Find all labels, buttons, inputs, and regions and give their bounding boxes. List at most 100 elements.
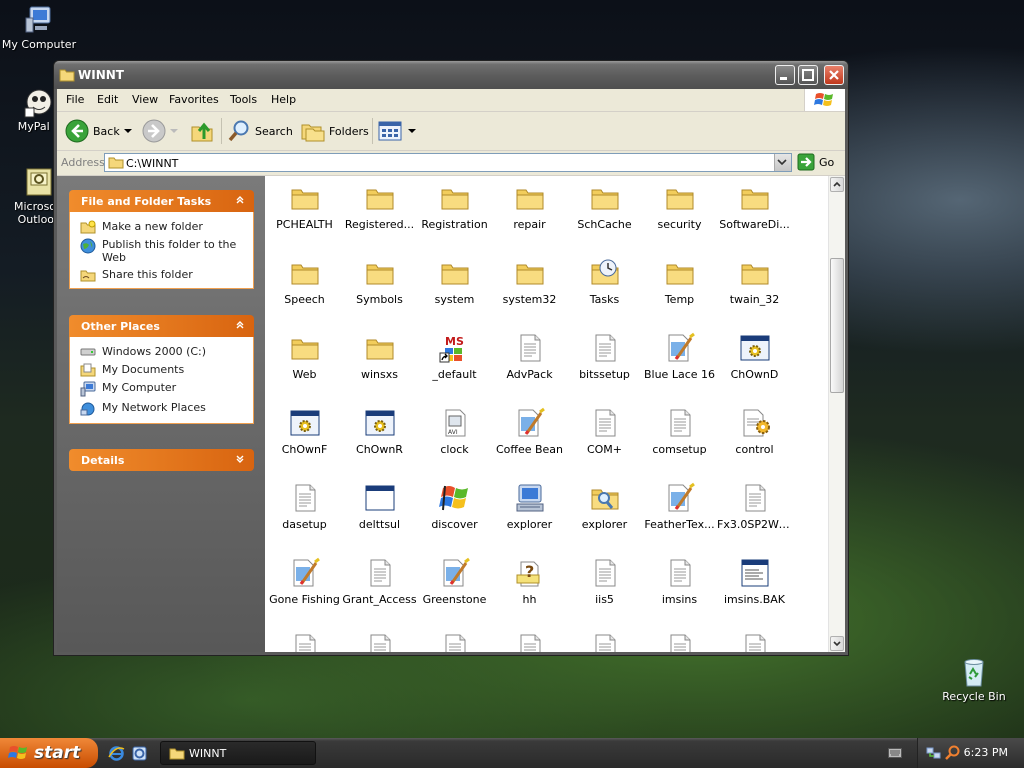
file-item[interactable]: bitssetup: [567, 332, 642, 407]
place-my-network-places[interactable]: My Network Places: [70, 399, 253, 419]
search-tray-icon[interactable]: [944, 745, 960, 761]
file-item[interactable]: [642, 632, 717, 652]
title-bar[interactable]: WINNT: [54, 61, 848, 89]
scroll-down-button[interactable]: [830, 636, 844, 651]
menu-file[interactable]: File: [66, 93, 84, 106]
file-item[interactable]: Coffee Bean: [492, 407, 567, 482]
file-item[interactable]: Registration: [417, 182, 492, 257]
search-button[interactable]: Search: [227, 118, 293, 144]
chevron-down-icon[interactable]: [123, 128, 132, 134]
file-item[interactable]: explorer: [492, 482, 567, 557]
file-item[interactable]: AVI clock: [417, 407, 492, 482]
maximize-button[interactable]: [798, 65, 818, 85]
file-item[interactable]: ChOwnD: [717, 332, 792, 407]
folders-button[interactable]: Folders: [301, 118, 369, 144]
file-item[interactable]: twain_32: [717, 257, 792, 332]
network-tray-icon[interactable]: [926, 745, 942, 761]
file-item[interactable]: discover: [417, 482, 492, 557]
file-item[interactable]: [567, 632, 642, 652]
file-item[interactable]: comsetup: [642, 407, 717, 482]
place-my-documents[interactable]: My Documents: [70, 361, 253, 379]
desktop-icon-recycle-bin[interactable]: Recycle Bin: [935, 656, 1013, 703]
file-name: discover: [431, 518, 478, 531]
file-item[interactable]: ? hh: [492, 557, 567, 632]
menu-favorites[interactable]: Favorites: [169, 93, 219, 106]
file-item[interactable]: dasetup: [267, 482, 342, 557]
file-item[interactable]: MS _default: [417, 332, 492, 407]
file-item[interactable]: Greenstone: [417, 557, 492, 632]
file-item[interactable]: ChOwnF: [267, 407, 342, 482]
file-item[interactable]: Grant_Access: [342, 557, 417, 632]
scroll-thumb[interactable]: [830, 258, 844, 393]
file-item[interactable]: Registered...: [342, 182, 417, 257]
file-item[interactable]: [267, 632, 342, 652]
file-item[interactable]: Symbols: [342, 257, 417, 332]
file-item[interactable]: PCHEALTH: [267, 182, 342, 257]
file-name: Registration: [421, 218, 488, 231]
details-header[interactable]: Details: [69, 449, 254, 471]
address-dropdown-button[interactable]: [774, 154, 791, 171]
file-item[interactable]: [342, 632, 417, 652]
task-make-new-folder[interactable]: Make a new folder: [70, 218, 253, 236]
my-computer-icon: [80, 381, 96, 397]
file-item[interactable]: Speech: [267, 257, 342, 332]
file-item[interactable]: FeatherTex...: [642, 482, 717, 557]
file-item[interactable]: [417, 632, 492, 652]
menu-help[interactable]: Help: [271, 93, 296, 106]
file-item[interactable]: control: [717, 407, 792, 482]
file-item[interactable]: Gone Fishing: [267, 557, 342, 632]
place-windows-drive[interactable]: Windows 2000 (C:): [70, 343, 253, 361]
address-input[interactable]: C:\WINNT: [104, 153, 792, 172]
chevron-up-icon[interactable]: [234, 194, 246, 206]
menu-edit[interactable]: Edit: [97, 93, 118, 106]
file-item[interactable]: imsins: [642, 557, 717, 632]
outlook-express-icon[interactable]: [131, 745, 148, 762]
taskbar-button-winnt[interactable]: WINNT: [160, 741, 316, 765]
chevron-up-icon[interactable]: [234, 319, 246, 331]
file-item[interactable]: Web: [267, 332, 342, 407]
file-folder-tasks-header[interactable]: File and Folder Tasks: [69, 190, 254, 212]
menu-view[interactable]: View: [132, 93, 158, 106]
file-item[interactable]: AdvPack: [492, 332, 567, 407]
file-item[interactable]: SoftwareDi...: [717, 182, 792, 257]
views-button[interactable]: [378, 118, 416, 144]
file-item[interactable]: system: [417, 257, 492, 332]
file-item[interactable]: SchCache: [567, 182, 642, 257]
file-item[interactable]: Fx3.0SP2Wi...: [717, 482, 792, 557]
file-item[interactable]: Tasks: [567, 257, 642, 332]
place-my-computer[interactable]: My Computer: [70, 379, 253, 399]
task-publish-folder[interactable]: Publish this folder to the Web: [70, 236, 253, 266]
file-item[interactable]: iis5: [567, 557, 642, 632]
start-button[interactable]: start: [0, 738, 98, 768]
forward-button[interactable]: [142, 118, 178, 144]
file-item[interactable]: [717, 632, 792, 652]
keyboard-icon[interactable]: [888, 748, 902, 758]
scroll-up-button[interactable]: [830, 177, 844, 192]
go-button[interactable]: Go: [797, 153, 834, 171]
file-item[interactable]: COM+: [567, 407, 642, 482]
file-item[interactable]: explorer: [567, 482, 642, 557]
other-places-header[interactable]: Other Places: [69, 315, 254, 337]
minimize-button[interactable]: [775, 65, 795, 85]
vertical-scrollbar[interactable]: [828, 176, 845, 652]
internet-explorer-icon[interactable]: [108, 745, 125, 762]
file-item[interactable]: [492, 632, 567, 652]
file-item[interactable]: Temp: [642, 257, 717, 332]
file-item[interactable]: system32: [492, 257, 567, 332]
up-folder-button[interactable]: [190, 118, 214, 144]
file-item[interactable]: repair: [492, 182, 567, 257]
file-item[interactable]: ChOwnR: [342, 407, 417, 482]
file-item[interactable]: winsxs: [342, 332, 417, 407]
file-item[interactable]: Blue Lace 16: [642, 332, 717, 407]
file-item[interactable]: delttsul: [342, 482, 417, 557]
file-item[interactable]: security: [642, 182, 717, 257]
desktop-icon-my-computer[interactable]: My Computer: [0, 4, 78, 51]
menu-tools[interactable]: Tools: [230, 93, 257, 106]
file-item[interactable]: imsins.BAK: [717, 557, 792, 632]
task-share-folder[interactable]: Share this folder: [70, 266, 253, 284]
chevron-down-icon[interactable]: [234, 453, 246, 465]
file-name: comsetup: [652, 443, 707, 456]
new-folder-icon: [80, 220, 96, 234]
back-button[interactable]: Back: [65, 118, 132, 144]
close-button[interactable]: [824, 65, 844, 85]
